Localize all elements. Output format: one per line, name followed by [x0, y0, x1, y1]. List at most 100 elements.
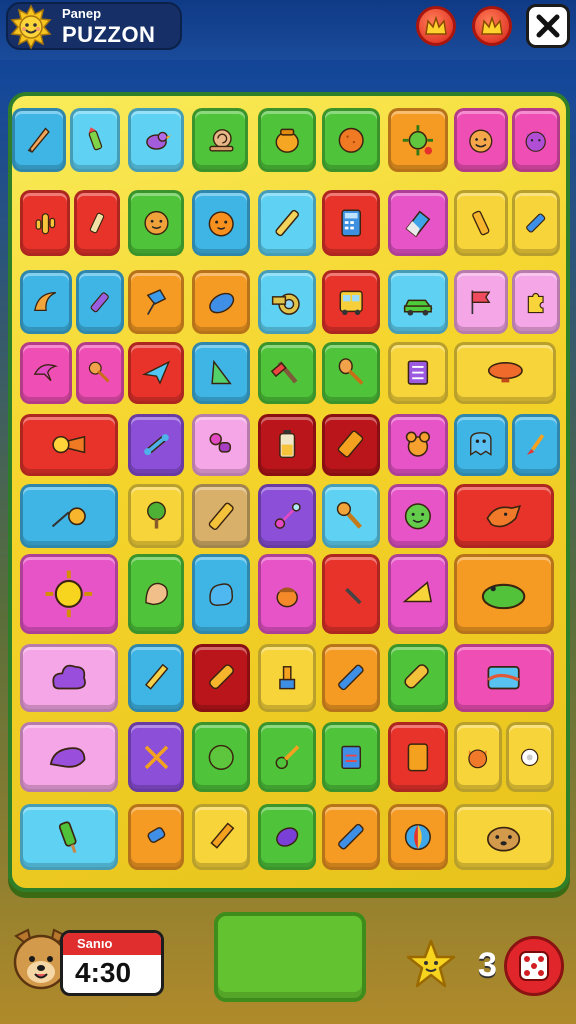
tile-r4-c5[interactable] [258, 342, 316, 404]
tile-r9-c7[interactable] [454, 722, 502, 792]
tile-r9-c2[interactable] [128, 722, 184, 792]
tile-r5-c7[interactable] [454, 414, 508, 476]
tile-r5-c4[interactable] [258, 414, 316, 476]
tile-r10-c6[interactable] [388, 804, 448, 870]
cactus-icon [23, 193, 67, 253]
tile-r2-c6[interactable] [322, 190, 380, 256]
gear-icon [509, 725, 551, 789]
tile-r5-c6[interactable] [388, 414, 448, 476]
tile-r4-c1[interactable] [20, 342, 72, 404]
tile-r7-c4[interactable] [258, 554, 316, 634]
tablet-icon [391, 725, 445, 789]
tile-r1-c6[interactable] [322, 108, 380, 172]
tile-r2-c1[interactable] [20, 190, 70, 256]
tile-r7-c3[interactable] [192, 554, 250, 634]
tile-r6-c6[interactable] [388, 484, 448, 548]
tile-r1-c2[interactable] [70, 108, 120, 172]
tile-r5-c1[interactable] [20, 414, 118, 476]
tile-r10-c5[interactable] [322, 804, 380, 870]
paper-plane-icon [131, 345, 181, 401]
tile-r9-c6[interactable] [388, 722, 448, 792]
tile-r4-c6[interactable] [322, 342, 380, 404]
tile-r4-c7[interactable] [388, 342, 448, 404]
bone-icon [131, 417, 181, 473]
tile-r1-c1[interactable] [12, 108, 66, 172]
tile-r10-c4[interactable] [258, 804, 316, 870]
tile-r1-c5[interactable] [258, 108, 316, 172]
tile-r3-c9[interactable] [512, 270, 560, 334]
tile-r8-c6[interactable] [388, 644, 448, 712]
tile-r7-c1[interactable] [20, 554, 118, 634]
tile-r1-c4[interactable] [192, 108, 248, 172]
tile-r3-c5[interactable] [258, 270, 316, 334]
game-title: PUZZON [62, 22, 156, 47]
tile-r6-c3[interactable] [192, 484, 250, 548]
dolphin-icon [23, 345, 69, 401]
tile-r2-c5[interactable] [258, 190, 316, 256]
tile-r2-c8[interactable] [454, 190, 508, 256]
tile-r3-c4[interactable] [192, 270, 250, 334]
tile-r4-c8[interactable] [454, 342, 556, 404]
tile-r7-c6[interactable] [388, 554, 448, 634]
timer-panel: Sanıo 4:30 [60, 930, 164, 996]
crown-button-2[interactable] [472, 6, 512, 46]
tile-r9-c4[interactable] [258, 722, 316, 792]
tile-r7-c2[interactable] [128, 554, 184, 634]
tile-r9-c5[interactable] [322, 722, 380, 792]
tile-r9-c8[interactable] [506, 722, 554, 792]
cookie-face-icon [131, 193, 181, 253]
tile-r2-c4[interactable] [192, 190, 250, 256]
tile-r3-c8[interactable] [454, 270, 508, 334]
tile-r9-c1[interactable] [20, 722, 118, 792]
tile-r7-c5[interactable] [322, 554, 380, 634]
tile-r8-c4[interactable] [258, 644, 316, 712]
dice-button[interactable] [504, 936, 564, 996]
match-slot[interactable] [214, 912, 366, 1002]
tile-r3-c7[interactable] [388, 270, 448, 334]
tile-r8-c3[interactable] [192, 644, 250, 712]
tile-r4-c3[interactable] [128, 342, 184, 404]
tile-r6-c2[interactable] [128, 484, 184, 548]
tile-r5-c5[interactable] [322, 414, 380, 476]
tile-r2-c9[interactable] [512, 190, 560, 256]
tile-r6-c5[interactable] [322, 484, 380, 548]
tile-r8-c1[interactable] [20, 644, 118, 712]
tile-r5-c3[interactable] [192, 414, 250, 476]
blob-icon [195, 557, 247, 631]
tile-r4-c4[interactable] [192, 342, 250, 404]
tile-r5-c2[interactable] [128, 414, 184, 476]
tile-r3-c1[interactable] [20, 270, 72, 334]
tile-r3-c2[interactable] [76, 270, 124, 334]
car-icon [391, 273, 445, 331]
close-button[interactable] [526, 4, 570, 48]
tile-r10-c2[interactable] [128, 804, 184, 870]
tile-r6-c1[interactable] [20, 484, 118, 548]
tile-r7-c7[interactable] [454, 554, 554, 634]
top-bar: Panep PUZZON [0, 0, 576, 60]
dog-icon [457, 807, 551, 867]
tile-r2-c3[interactable] [128, 190, 184, 256]
tile-r8-c7[interactable] [454, 644, 554, 712]
tile-r5-c8[interactable] [512, 414, 560, 476]
tile-r10-c7[interactable] [454, 804, 554, 870]
tile-r4-c2[interactable] [76, 342, 124, 404]
whistle-icon [391, 647, 445, 709]
tile-r8-c2[interactable] [128, 644, 184, 712]
tile-r6-c4[interactable] [258, 484, 316, 548]
crown-button-1[interactable] [416, 6, 456, 46]
tile-r1-c8[interactable] [454, 108, 508, 172]
tile-r10-c1[interactable] [20, 804, 118, 870]
star-icon[interactable] [404, 938, 458, 992]
tile-r2-c2[interactable] [74, 190, 120, 256]
tile-r6-c7[interactable] [454, 484, 554, 548]
tile-r3-c6[interactable] [322, 270, 380, 334]
tile-r10-c3[interactable] [192, 804, 250, 870]
tile-r1-c3[interactable] [128, 108, 184, 172]
orange-ball-icon [325, 111, 377, 169]
tile-r3-c3[interactable] [128, 270, 184, 334]
tile-r9-c3[interactable] [192, 722, 250, 792]
tile-r1-c7[interactable] [388, 108, 448, 172]
tile-r1-c9[interactable] [512, 108, 560, 172]
tile-r8-c5[interactable] [322, 644, 380, 712]
tile-r2-c7[interactable] [388, 190, 448, 256]
